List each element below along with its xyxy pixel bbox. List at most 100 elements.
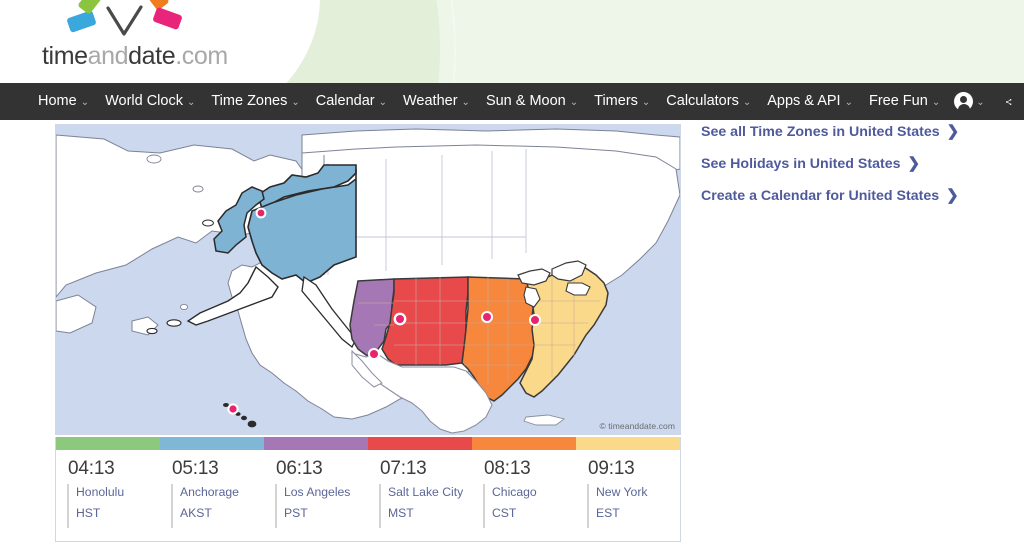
logo-text-and: and xyxy=(88,42,129,70)
nav-label: Home xyxy=(38,83,77,120)
timezone-cell-los-angeles[interactable]: 06:13 Los Angeles PST xyxy=(264,437,368,541)
zone-color-bar xyxy=(368,437,472,450)
nav-item-free-fun[interactable]: Free Fun ⌄ xyxy=(861,83,948,120)
zone-detail: Anchorage AKST xyxy=(171,483,264,522)
zone-time: 05:13 xyxy=(172,458,264,480)
link-label: Create a Calendar for United States xyxy=(701,188,939,204)
share-icon[interactable] xyxy=(1005,92,1012,112)
nav-item-calculators[interactable]: Calculators ⌄ xyxy=(658,83,759,120)
nav-item-calendar[interactable]: Calendar ⌄ xyxy=(308,83,395,120)
zone-detail: Chicago CST xyxy=(483,483,576,522)
zone-abbreviation-link[interactable]: PST xyxy=(284,504,368,522)
zone-detail: Salt Lake City MST xyxy=(379,483,472,522)
timezone-cell-anchorage[interactable]: 05:13 Anchorage AKST xyxy=(160,437,264,541)
logo-text-time: time xyxy=(42,42,88,70)
logo-wordmark: timeanddate.com xyxy=(42,42,228,71)
site-header: timeanddate.com xyxy=(0,0,1024,83)
zone-time: 08:13 xyxy=(484,458,576,480)
zone-abbreviation-link[interactable]: HST xyxy=(76,504,160,522)
zone-content: 06:13 Los Angeles PST xyxy=(264,450,368,522)
logo-text-date: date xyxy=(128,42,175,70)
nav-item-apps-and-api[interactable]: Apps & API ⌄ xyxy=(759,83,861,120)
zone-city-link[interactable]: Honolulu xyxy=(76,483,160,501)
zone-abbreviation-link[interactable]: MST xyxy=(388,504,472,522)
zone-city-link[interactable]: Anchorage xyxy=(180,483,264,501)
nav-label: Calendar xyxy=(316,83,375,120)
link-see-holidays[interactable]: See Holidays in United States ❯ xyxy=(701,156,1011,172)
chevron-down-icon: ⌄ xyxy=(81,84,89,121)
chevron-down-icon: ⌄ xyxy=(743,84,751,121)
map-copyright-credit: © timeanddate.com xyxy=(599,421,675,431)
zone-detail: New York EST xyxy=(587,483,680,522)
zone-city-link[interactable]: Los Angeles xyxy=(284,483,368,501)
nav-label: Free Fun xyxy=(869,83,928,120)
chevron-right-icon: ❯ xyxy=(947,124,960,139)
zone-color-bar xyxy=(56,437,160,450)
link-create-calendar[interactable]: Create a Calendar for United States ❯ xyxy=(701,188,1011,204)
zone-color-bar xyxy=(576,437,680,450)
zone-color-bar xyxy=(264,437,368,450)
zone-color-bar xyxy=(472,437,576,450)
timeanddate-clock-logo-icon xyxy=(62,0,188,40)
chevron-down-icon: ⌄ xyxy=(462,84,470,121)
timezone-summary-table: 04:13 Honolulu HST 05:13 Anchorage AKST … xyxy=(55,437,681,542)
nav-item-time-zones[interactable]: Time Zones ⌄ xyxy=(203,83,307,120)
zone-time: 09:13 xyxy=(588,458,680,480)
link-label: See all Time Zones in United States xyxy=(701,124,940,140)
zone-time: 07:13 xyxy=(380,458,472,480)
zone-city-link[interactable]: New York xyxy=(596,483,680,501)
zone-time: 04:13 xyxy=(68,458,160,480)
chevron-down-icon: ⌄ xyxy=(187,84,195,121)
chevron-down-icon: ⌄ xyxy=(932,84,940,121)
zone-abbreviation-link[interactable]: AKST xyxy=(180,504,264,522)
zone-abbreviation-link[interactable]: CST xyxy=(492,504,576,522)
chevron-down-icon: ⌄ xyxy=(570,84,578,121)
chevron-right-icon: ❯ xyxy=(907,156,920,171)
zone-content: 08:13 Chicago CST xyxy=(472,450,576,522)
nav-label: Apps & API xyxy=(767,83,840,120)
nav-label: Timers xyxy=(594,83,638,120)
page-content: © timeanddate.com See all Time Zones in … xyxy=(0,120,1024,546)
zone-abbreviation-link[interactable]: EST xyxy=(596,504,680,522)
main-navigation-bar: Home ⌄ World Clock ⌄ Time Zones ⌄ Calend… xyxy=(0,83,1024,120)
timezone-cell-new-york[interactable]: 09:13 New York EST xyxy=(576,437,680,541)
nav-label: Calculators xyxy=(666,83,739,120)
nav-item-home[interactable]: Home ⌄ xyxy=(30,83,97,120)
link-label: See Holidays in United States xyxy=(701,156,900,172)
zone-content: 07:13 Salt Lake City MST xyxy=(368,450,472,522)
nav-label: Sun & Moon xyxy=(486,83,566,120)
timezone-cell-chicago[interactable]: 08:13 Chicago CST xyxy=(472,437,576,541)
logo-text-com: .com xyxy=(175,42,228,70)
zone-city-link[interactable]: Salt Lake City xyxy=(388,483,472,501)
nav-item-timers[interactable]: Timers ⌄ xyxy=(586,83,658,120)
chevron-down-icon: ⌄ xyxy=(291,84,299,121)
timezone-cell-honolulu[interactable]: 04:13 Honolulu HST xyxy=(56,437,160,541)
related-links-list: See all Time Zones in United States ❯ Se… xyxy=(701,124,1011,220)
zone-time: 06:13 xyxy=(276,458,368,480)
account-person-icon xyxy=(954,92,973,111)
chevron-down-icon: ⌄ xyxy=(845,84,853,121)
nav-item-world-clock[interactable]: World Clock ⌄ xyxy=(97,83,203,120)
zone-color-bar xyxy=(160,437,264,450)
chevron-down-icon: ⌄ xyxy=(642,84,650,121)
link-see-all-time-zones[interactable]: See all Time Zones in United States ❯ xyxy=(701,124,1011,140)
chevron-right-icon: ❯ xyxy=(946,188,959,203)
zone-city-link[interactable]: Chicago xyxy=(492,483,576,501)
nav-label: World Clock xyxy=(105,83,183,120)
nav-label: Weather xyxy=(403,83,458,120)
zone-detail: Honolulu HST xyxy=(67,483,160,522)
chevron-down-icon: ⌄ xyxy=(976,97,984,108)
chevron-down-icon: ⌄ xyxy=(379,84,387,121)
timezone-map[interactable]: © timeanddate.com xyxy=(55,124,681,435)
zone-detail: Los Angeles PST xyxy=(275,483,368,522)
nav-label: Time Zones xyxy=(211,83,287,120)
account-menu[interactable]: ⌄ xyxy=(948,83,990,120)
zone-content: 05:13 Anchorage AKST xyxy=(160,450,264,522)
zone-content: 09:13 New York EST xyxy=(576,450,680,522)
nav-item-weather[interactable]: Weather ⌄ xyxy=(395,83,478,120)
site-logo[interactable]: timeanddate.com xyxy=(36,0,246,80)
zone-content: 04:13 Honolulu HST xyxy=(56,450,160,522)
nav-item-sun-and-moon[interactable]: Sun & Moon ⌄ xyxy=(478,83,586,120)
north-america-timezone-map-svg xyxy=(56,125,680,434)
timezone-cell-salt-lake-city[interactable]: 07:13 Salt Lake City MST xyxy=(368,437,472,541)
